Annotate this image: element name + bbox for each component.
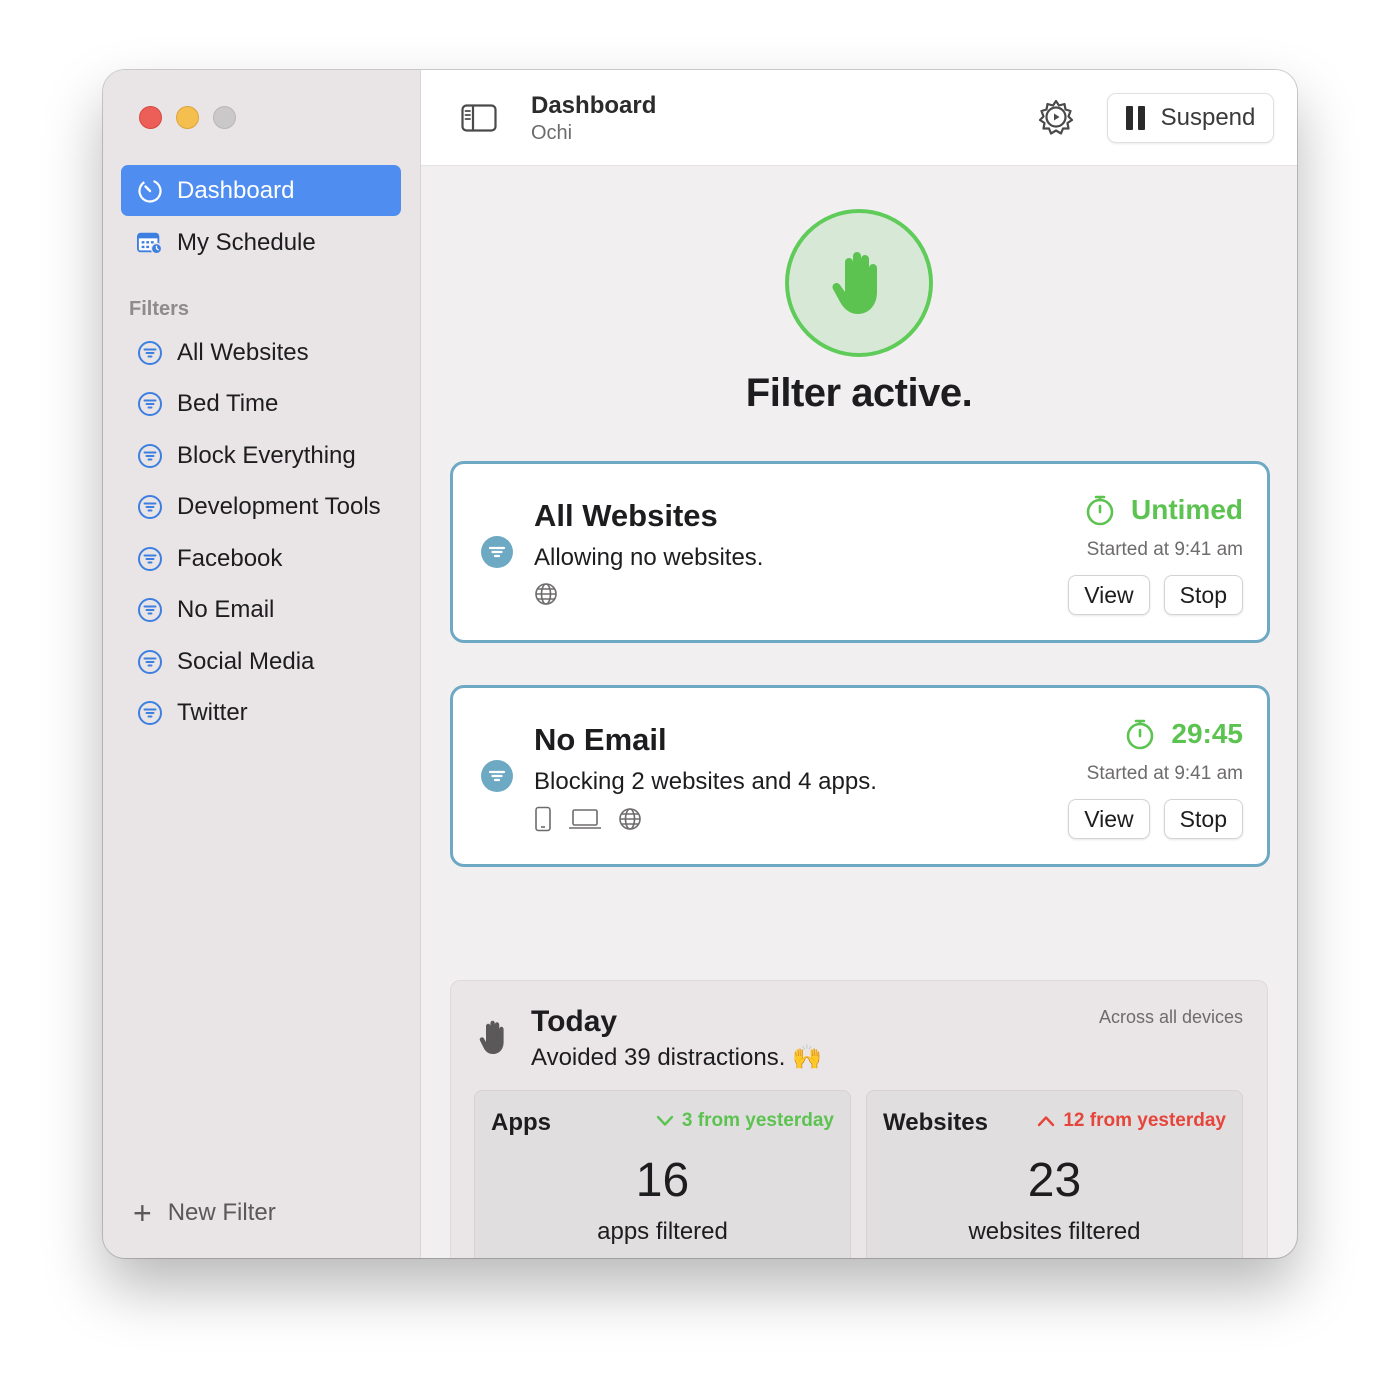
filter-status-title: Filter active. [745,371,973,415]
sidebar-item-no-email[interactable]: No Email [121,584,401,635]
filter-timer: Untimed [1085,494,1243,526]
sidebar-item-label: No Email [177,595,275,623]
plus-icon: + [133,1195,152,1231]
page-title: Dashboard [531,92,657,119]
sidebar-item-block-everything[interactable]: Block Everything [121,430,401,481]
window-controls [139,106,236,129]
sidebar-item-my-schedule[interactable]: My Schedule [121,217,401,268]
laptop-icon [569,809,601,829]
active-filter-card: All Websites Allowing no websites. Untim… [450,461,1270,643]
sidebar-item-all-websites[interactable]: All Websites [121,327,401,378]
websites-stat-card: Websites 12 from yesterday 23 websites f… [866,1090,1243,1258]
sidebar-item-facebook[interactable]: Facebook [121,533,401,584]
filter-icon [137,443,163,469]
suspend-button[interactable]: Suspend [1107,93,1274,143]
stat-number: 23 [1027,1154,1082,1207]
sidebar-item-social-media[interactable]: Social Media [121,636,401,687]
sidebar-item-twitter[interactable]: Twitter [121,687,401,738]
stat-delta: 3 from yesterday [656,1110,834,1132]
suspend-label: Suspend [1160,104,1256,131]
stat-number: 16 [635,1154,690,1207]
sidebar-item-label: Facebook [177,544,283,572]
apps-stat-card: Apps 3 from yesterday 16 apps filtered [474,1090,851,1258]
today-title: Today [531,1005,618,1038]
filter-timer-label: Untimed [1131,494,1243,525]
stopwatch-icon [1127,719,1154,750]
pause-icon [1125,106,1145,130]
filter-icon [137,700,163,726]
filter-status-indicator [785,209,933,357]
main-content: Filter active. All Websites Allowing no … [421,166,1297,1258]
filter-icon [137,597,163,623]
stat-caption: apps filtered [597,1218,728,1245]
sidebar: Dashboard My Schedule Filters All Websit… [103,70,421,1258]
filter-started-time: Started at 9:41 am [1086,539,1243,560]
filter-started-time: Started at 9:41 am [1086,763,1243,784]
new-filter-button[interactable]: + New Filter [133,1197,276,1229]
today-scope: Across all devices [1098,1007,1243,1027]
filter-icon [137,649,163,675]
filter-timer-label: 29:45 [1171,718,1243,749]
today-summary-panel: Today Avoided 39 distractions. 🙌 Across … [450,980,1268,1258]
filter-icon [137,391,163,417]
stat-label: Websites [883,1109,988,1136]
filter-timer: 29:45 [1125,718,1243,750]
sidebar-item-label: All Websites [177,338,309,366]
stopwatch-icon [1086,495,1114,526]
active-filter-card: No Email Blocking 2 websites and 4 apps.… [450,685,1270,867]
sidebar-item-label: Social Media [177,647,315,675]
stat-delta-label: 3 from yesterday [681,1110,834,1131]
filter-icon [137,340,163,366]
view-filter-button[interactable]: View [1068,575,1150,615]
timer-icon [137,178,163,204]
filter-icon [137,546,163,572]
stop-filter-button[interactable]: Stop [1163,799,1243,839]
stat-delta: 12 from yesterday [1037,1110,1226,1132]
chevron-up-icon [1038,1116,1055,1127]
filter-icon [137,494,163,520]
sidebar-item-label: My Schedule [177,228,316,256]
sidebar-item-dashboard[interactable]: Dashboard [121,165,401,216]
device-icons [534,582,558,606]
sidebar-item-label: Bed Time [177,389,279,417]
sidebar-item-development-tools[interactable]: Development Tools [121,481,401,532]
minimize-window-button[interactable] [176,106,199,129]
stat-delta-label: 12 from yesterday [1063,1110,1226,1131]
stop-filter-button[interactable]: Stop [1163,575,1243,615]
sidebar-item-label: Development Tools [177,492,381,520]
calendar-icon [137,230,163,256]
sidebar-toggle-icon[interactable] [461,104,497,132]
new-filter-label: New Filter [167,1199,276,1226]
stat-caption: websites filtered [968,1218,1141,1245]
hand-icon [479,1020,504,1054]
app-window: Dashboard My Schedule Filters All Websit… [103,70,1297,1258]
today-subtitle: Avoided 39 distractions. 🙌 [531,1044,822,1071]
device-icons [534,806,642,832]
sidebar-item-label: Dashboard [177,176,295,204]
stat-label: Apps [491,1109,551,1136]
filters-section-label: Filters [129,298,190,320]
toolbar: Dashboard Ochi Suspend [421,70,1297,166]
phone-icon [535,806,551,832]
gear-icon[interactable] [1037,98,1075,136]
globe-icon [535,583,557,605]
sidebar-item-label: Block Everything [177,441,356,469]
close-window-button[interactable] [139,106,162,129]
sidebar-item-label: Twitter [177,698,248,726]
view-filter-button[interactable]: View [1068,799,1150,839]
chevron-down-icon [656,1115,674,1126]
filter-icon [481,760,513,792]
zoom-window-button[interactable] [213,106,236,129]
filter-description: Blocking 2 websites and 4 apps. [534,768,877,795]
filter-name: No Email [534,722,667,757]
globe-icon [619,808,641,830]
filter-icon [481,536,513,568]
sidebar-item-bed-time[interactable]: Bed Time [121,378,401,429]
page-subtitle: Ochi [531,122,573,144]
filter-name: All Websites [534,498,718,533]
filter-description: Allowing no websites. [534,544,764,571]
hand-icon [832,252,877,314]
